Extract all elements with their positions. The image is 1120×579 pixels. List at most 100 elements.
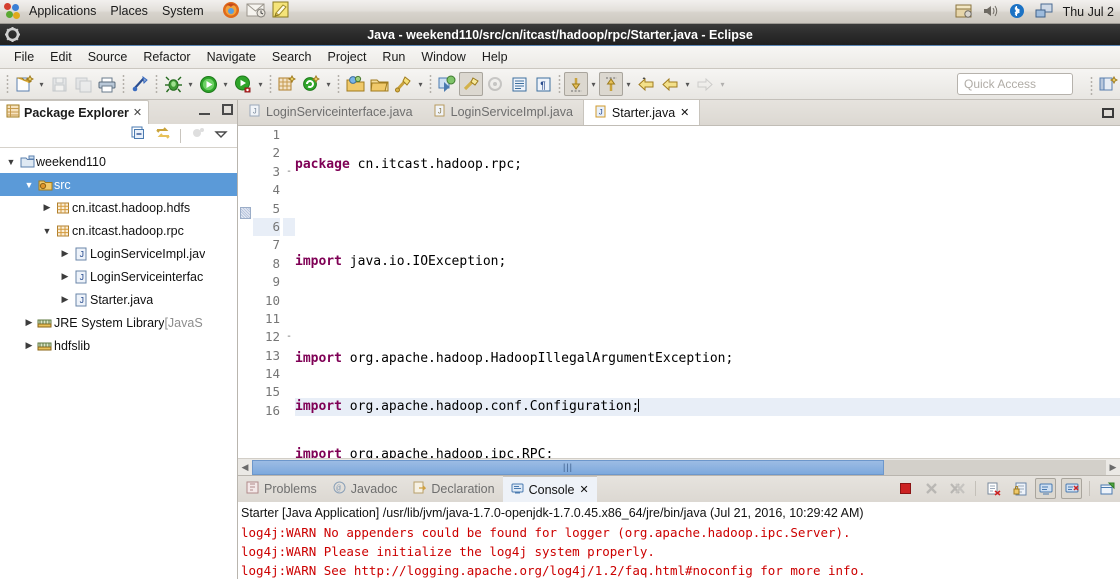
menu-project[interactable]: Project (320, 48, 375, 66)
tree-item-hdfslib[interactable]: ▶ hdfslib (0, 334, 237, 357)
twisty-closed-icon[interactable]: ▶ (58, 248, 72, 259)
previous-annotation-icon[interactable] (459, 72, 483, 96)
terminate-icon[interactable] (895, 478, 916, 499)
debug-dropdown-arrow[interactable]: ▾ (185, 73, 196, 95)
close-icon[interactable]: ✕ (133, 106, 142, 119)
scrollbar-track[interactable]: ||| (252, 459, 1106, 475)
tab-loginserviceimpl-java[interactable]: J LoginServiceImpl.java (423, 99, 583, 125)
project-tree[interactable]: ▼ weekend110 ▼ src ▶ cn.itcast.hadoop.hd… (0, 148, 237, 579)
twisty-open-icon[interactable]: ▼ (22, 180, 36, 190)
archive-manager-icon[interactable] (955, 3, 973, 22)
toolbar-gripper[interactable] (1088, 75, 1095, 97)
editor-marker-bar[interactable] (238, 126, 253, 475)
tree-item-loginserviceimpl[interactable]: ▶ J LoginServiceImpl.jav (0, 242, 237, 265)
run-last-tool-icon[interactable] (231, 72, 255, 96)
block-selection-icon[interactable]: ¶ (531, 72, 555, 96)
minimize-icon[interactable] (199, 104, 210, 115)
search-icon[interactable] (391, 72, 415, 96)
code-area[interactable]: 1 2 3 4 5 6 7 8 9 10 11 12 13 14 15 16 -… (238, 126, 1120, 475)
code-editor[interactable]: 1 2 3 4 5 6 7 8 9 10 11 12 13 14 15 16 -… (238, 126, 1120, 475)
twisty-closed-icon[interactable]: ▶ (40, 202, 54, 213)
desktop-menu-places[interactable]: Places (103, 0, 155, 23)
editor-horizontal-scrollbar[interactable]: ◀ ||| ▶ (238, 458, 1120, 475)
new-java-class-icon[interactable] (299, 72, 323, 96)
search-dropdown-arrow[interactable]: ▾ (415, 73, 426, 95)
desktop-menu-system[interactable]: System (155, 0, 211, 23)
pin-console-icon[interactable] (1035, 478, 1056, 499)
close-icon[interactable]: ✕ (680, 106, 689, 119)
run-icon[interactable] (196, 72, 220, 96)
menu-run[interactable]: Run (374, 48, 413, 66)
menu-refactor[interactable]: Refactor (135, 48, 198, 66)
toolbar-gripper[interactable] (120, 73, 127, 95)
toolbar-gripper[interactable] (556, 73, 563, 95)
open-type-icon[interactable] (343, 72, 367, 96)
scroll-right-icon[interactable]: ▶ (1106, 460, 1120, 475)
clear-console-icon[interactable] (983, 478, 1004, 499)
source-code[interactable]: package cn.itcast.hadoop.rpc; import jav… (295, 126, 1120, 475)
previous-edit-icon[interactable] (599, 72, 623, 96)
network-icon[interactable] (1035, 3, 1053, 22)
run-tool-dropdown-arrow[interactable]: ▾ (255, 73, 266, 95)
mail-icon[interactable] (246, 2, 266, 21)
scroll-lock-icon[interactable] (1009, 478, 1030, 499)
link-with-editor-icon[interactable] (155, 126, 171, 146)
new-dropdown-arrow[interactable]: ▾ (36, 73, 47, 95)
toolbar-gripper[interactable] (153, 73, 160, 95)
open-perspective-icon[interactable] (1096, 72, 1120, 96)
tree-item-loginserviceinterface[interactable]: ▶ J LoginServiceinterfac (0, 265, 237, 288)
tree-item-weekend110[interactable]: ▼ weekend110 (0, 150, 237, 173)
new-wizard-icon[interactable] (12, 72, 36, 96)
forward-icon-yellow[interactable] (658, 72, 682, 96)
run-dropdown-arrow[interactable]: ▾ (220, 73, 231, 95)
next-edit-icon[interactable] (564, 72, 588, 96)
open-task-icon[interactable] (367, 72, 391, 96)
menu-window[interactable]: Window (413, 48, 473, 66)
folding-gutter[interactable]: - - (283, 126, 295, 475)
tab-javadoc[interactable]: @ Javadoc (325, 476, 406, 502)
previous-edit-dropdown-arrow[interactable]: ▾ (623, 73, 634, 95)
collapse-all-icon[interactable] (131, 126, 146, 146)
tab-declaration[interactable]: Declaration (405, 476, 502, 502)
tree-item-package-hdfs[interactable]: ▶ cn.itcast.hadoop.hdfs (0, 196, 237, 219)
twisty-closed-icon[interactable]: ▶ (22, 340, 36, 351)
next-annotation-icon[interactable] (435, 72, 459, 96)
maximize-icon[interactable] (222, 104, 233, 115)
menu-file[interactable]: File (6, 48, 42, 66)
tree-item-package-rpc[interactable]: ▼ cn.itcast.hadoop.rpc (0, 219, 237, 242)
tab-starter-java[interactable]: J Starter.java ✕ (582, 99, 701, 125)
tab-package-explorer[interactable]: Package Explorer ✕ (0, 100, 150, 124)
tree-item-starter[interactable]: ▶ J Starter.java (0, 288, 237, 311)
tab-problems[interactable]: Problems (238, 476, 325, 502)
tab-console[interactable]: Console ✕ (502, 476, 597, 502)
menu-edit[interactable]: Edit (42, 48, 80, 66)
view-menu-icon[interactable] (214, 127, 228, 145)
scrollbar-thumb[interactable]: ||| (252, 459, 884, 475)
twisty-open-icon[interactable]: ▼ (4, 157, 18, 167)
tree-item-src[interactable]: ▼ src (0, 173, 237, 196)
show-whitespace-icon[interactable] (507, 72, 531, 96)
close-icon[interactable]: ✕ (579, 483, 588, 496)
back-dropdown-arrow[interactable]: ▾ (682, 73, 693, 95)
twisty-closed-icon[interactable]: ▶ (22, 317, 36, 328)
clock-label[interactable]: Thu Jul 2 (1063, 5, 1116, 19)
tree-item-jre-system-library[interactable]: ▶ JRE System Library [JavaS (0, 311, 237, 334)
toolbar-gripper[interactable] (267, 73, 274, 95)
toolbar-gripper[interactable] (335, 73, 342, 95)
tab-loginserviceinterface-java[interactable]: J LoginServiceinterface.java (238, 99, 423, 125)
bluetooth-icon[interactable] (1009, 3, 1025, 22)
next-edit-dropdown-arrow[interactable]: ▾ (588, 73, 599, 95)
toggle-mark-occurrences-icon[interactable] (128, 72, 152, 96)
menu-help[interactable]: Help (474, 48, 516, 66)
print-icon[interactable] (95, 72, 119, 96)
twisty-open-icon[interactable]: ▼ (40, 226, 54, 236)
back-icon[interactable] (634, 72, 658, 96)
console-output[interactable]: Starter [Java Application] /usr/lib/jvm/… (238, 502, 1120, 579)
volume-icon[interactable] (983, 4, 999, 21)
scroll-left-icon[interactable]: ◀ (238, 460, 252, 475)
desktop-menu-applications[interactable]: Applications (22, 0, 103, 23)
fold-marker[interactable]: - (283, 163, 295, 181)
fold-marker[interactable]: - (283, 328, 295, 346)
new-class-dropdown-arrow[interactable]: ▾ (323, 73, 334, 95)
menu-navigate[interactable]: Navigate (199, 48, 264, 66)
